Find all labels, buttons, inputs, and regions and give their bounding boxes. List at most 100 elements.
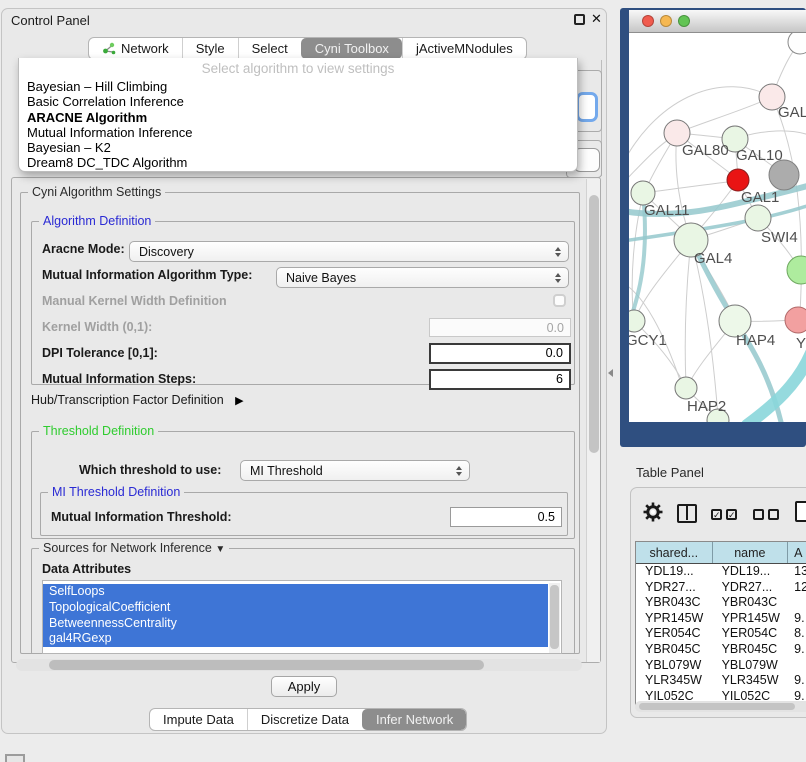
dropdown-item[interactable]: Dream8 DC_TDC Algorithm bbox=[19, 155, 577, 170]
list-item[interactable]: TopologicalCoefficient bbox=[43, 600, 548, 616]
threshold-definition-group: Threshold Definition Which threshold to … bbox=[31, 431, 575, 539]
network-canvas[interactable]: GAL GAL80 GAL10 GAL1 GAL11 SWI4 GAL4 GCY… bbox=[629, 33, 806, 422]
deselect-all-checkbox-icon2[interactable] bbox=[768, 509, 779, 520]
bottom-left-panel-grip[interactable] bbox=[5, 754, 25, 762]
node-label: GAL10 bbox=[736, 147, 783, 164]
aracne-mode-select[interactable]: Discovery bbox=[129, 241, 569, 262]
table-row[interactable]: YPR145WYPR145W9. bbox=[636, 611, 806, 627]
stepper-icon bbox=[456, 466, 462, 476]
dropdown-item[interactable]: Bayesian – K2 bbox=[19, 140, 577, 155]
chevron-right-icon: ▶ bbox=[235, 395, 243, 407]
node-label: HAP2 bbox=[687, 398, 726, 415]
apply-button[interactable]: Apply bbox=[271, 676, 337, 697]
group-title: Cyni Algorithm Settings bbox=[28, 185, 165, 199]
stepper-icon bbox=[555, 273, 561, 283]
gear-icon[interactable] bbox=[643, 502, 663, 522]
table-row[interactable]: YBL079WYBL079W bbox=[636, 658, 806, 674]
selected-value: Discovery bbox=[139, 245, 194, 259]
dropdown-item[interactable]: Bayesian – Hill Climbing bbox=[19, 79, 577, 94]
list-item[interactable]: SelfLoops bbox=[43, 584, 548, 600]
focused-combo-fragment[interactable] bbox=[576, 92, 598, 122]
network-window-titlebar[interactable] bbox=[629, 10, 806, 33]
tab-style[interactable]: Style bbox=[182, 38, 238, 59]
table-panel-title: Table Panel bbox=[636, 465, 704, 480]
tab-select[interactable]: Select bbox=[238, 38, 301, 59]
algorithm-definition-group: Algorithm Definition Aracne Mode: Discov… bbox=[31, 221, 575, 385]
aracne-mode-label: Aracne Mode: bbox=[42, 242, 125, 256]
tab-discretize-data[interactable]: Discretize Data bbox=[247, 709, 362, 730]
zoom-traffic-light[interactable] bbox=[678, 15, 690, 27]
dropdown-item-selected[interactable]: ARACNE Algorithm bbox=[19, 110, 577, 125]
float-window-icon[interactable] bbox=[574, 14, 585, 25]
list-item[interactable]: gal4RGexp bbox=[43, 631, 548, 647]
node-label: GAL4 bbox=[694, 250, 732, 267]
scrollbar-thumb[interactable] bbox=[589, 195, 599, 453]
dpi-tolerance-input[interactable]: 0.0 bbox=[429, 343, 571, 364]
scrollbar-thumb[interactable] bbox=[49, 660, 484, 670]
manual-kernel-width-checkbox[interactable] bbox=[553, 294, 566, 307]
panel-title: Control Panel bbox=[11, 13, 90, 28]
settings-vertical-scrollbar[interactable] bbox=[586, 179, 600, 662]
tab-infer-network[interactable]: Infer Network bbox=[362, 709, 466, 730]
tab-label: Network bbox=[121, 41, 169, 56]
deselect-all-checkbox-icon[interactable] bbox=[753, 509, 764, 520]
network-window-inner: GAL GAL80 GAL10 GAL1 GAL11 SWI4 GAL4 GCY… bbox=[629, 10, 806, 422]
list-vertical-scrollbar[interactable] bbox=[549, 583, 560, 653]
table-row[interactable]: YER054CYER054C8. bbox=[636, 626, 806, 642]
column-header[interactable]: A bbox=[788, 542, 806, 563]
tab-network[interactable]: Network bbox=[89, 38, 182, 59]
group-title: Sources for Network Inference ▼ bbox=[39, 541, 229, 555]
column-header[interactable]: name bbox=[713, 542, 789, 563]
expander-label: Hub/Transcription Factor Definition bbox=[31, 393, 224, 407]
chevron-down-icon[interactable]: ▼ bbox=[215, 544, 225, 555]
control-panel-titlebar: Control Panel ✕ bbox=[2, 9, 606, 32]
dropdown-placeholder: Select algorithm to view settings bbox=[19, 58, 577, 79]
show-columns-icon[interactable] bbox=[677, 504, 697, 523]
which-threshold-label: Which threshold to use: bbox=[79, 463, 221, 477]
scrollbar-thumb[interactable] bbox=[639, 703, 795, 710]
settings-horizontal-scrollbar[interactable] bbox=[16, 659, 582, 671]
tab-jactivemnodules[interactable]: jActiveMNodules bbox=[402, 38, 526, 59]
table-row[interactable]: YBR043CYBR043C bbox=[636, 595, 806, 611]
export-table-icon[interactable] bbox=[795, 501, 806, 522]
panel-splitter-collapse-arrow[interactable] bbox=[608, 369, 613, 377]
node-label: GAL bbox=[778, 104, 806, 121]
minimize-traffic-light[interactable] bbox=[660, 15, 672, 27]
close-traffic-light[interactable] bbox=[642, 15, 654, 27]
cyni-bottom-tabbar: Impute Data Discretize Data Infer Networ… bbox=[149, 708, 467, 731]
which-threshold-select[interactable]: MI Threshold bbox=[240, 460, 470, 481]
table-row[interactable]: YIL052CYIL052C9. bbox=[636, 689, 806, 702]
node-attribute-table: shared... name A YDL19...YDL19...13 YDR2… bbox=[635, 541, 806, 705]
select-all-checkbox-icon[interactable]: ✓ bbox=[711, 509, 722, 520]
mi-algorithm-type-select[interactable]: Naive Bayes bbox=[276, 267, 569, 288]
data-attributes-label: Data Attributes bbox=[42, 562, 131, 576]
table-row[interactable]: YBR045CYBR045C9. bbox=[636, 642, 806, 658]
list-item[interactable]: BetweennessCentrality bbox=[43, 616, 548, 632]
tab-cyni-toolbox[interactable]: Cyni Toolbox bbox=[301, 38, 402, 59]
node-label: GAL11 bbox=[644, 202, 690, 219]
control-panel-tabbar: Network Style Select Cyni Toolbox jActiv… bbox=[88, 37, 527, 60]
dropdown-item[interactable]: Mutual Information Inference bbox=[19, 125, 577, 140]
mi-steps-input[interactable]: 6 bbox=[429, 369, 571, 390]
node-label: HAP4 bbox=[736, 332, 775, 349]
mutual-information-threshold-label: Mutual Information Threshold: bbox=[51, 510, 232, 524]
table-row[interactable]: YDR27...YDR27...12 bbox=[636, 580, 806, 596]
mutual-information-threshold-input[interactable]: 0.5 bbox=[450, 507, 562, 527]
hub-transcription-expander[interactable]: Hub/Transcription Factor Definition ▶ bbox=[31, 393, 244, 407]
node-label: GAL80 bbox=[682, 142, 729, 159]
table-header-row: shared... name A bbox=[636, 542, 806, 564]
table-horizontal-scrollbar[interactable] bbox=[635, 701, 806, 712]
table-row[interactable]: YDL19...YDL19...13 bbox=[636, 564, 806, 580]
close-icon[interactable]: ✕ bbox=[591, 11, 602, 27]
sources-group: Sources for Network Inference ▼ Data Att… bbox=[31, 548, 575, 654]
column-header[interactable]: shared... bbox=[636, 542, 713, 563]
selected-value: Naive Bayes bbox=[286, 271, 356, 285]
tab-impute-data[interactable]: Impute Data bbox=[150, 709, 247, 730]
kernel-width-label: Kernel Width (0,1): bbox=[42, 320, 152, 334]
kernel-width-input[interactable]: 0.0 bbox=[429, 318, 571, 337]
select-all-checkbox-icon2[interactable]: ✓ bbox=[726, 509, 737, 520]
mi-threshold-definition-group: MI Threshold Definition Mutual Informati… bbox=[40, 492, 568, 536]
dropdown-item[interactable]: Basic Correlation Inference bbox=[19, 94, 577, 109]
table-row[interactable]: YLR345WYLR345W9. bbox=[636, 673, 806, 689]
scrollbar-thumb[interactable] bbox=[550, 585, 559, 649]
